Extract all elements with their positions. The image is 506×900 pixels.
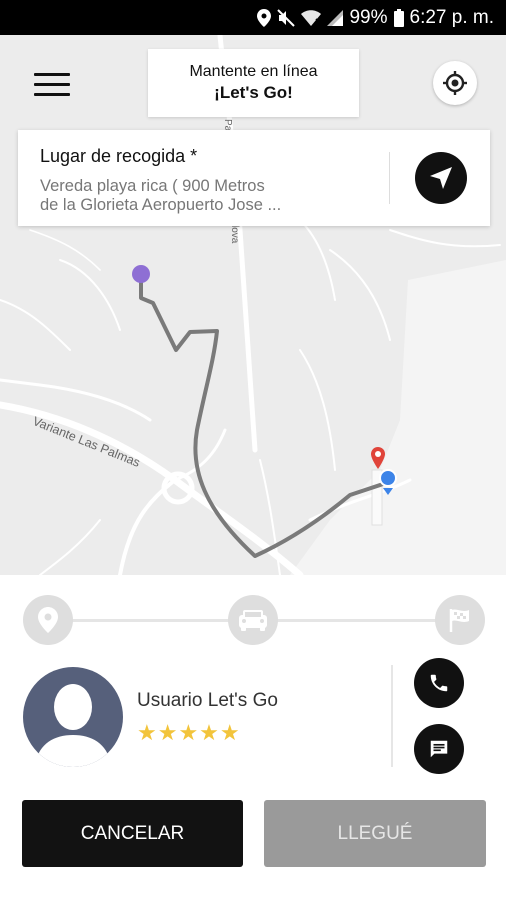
status-bar: 99% 6:27 p. m.: [0, 0, 506, 35]
rating-stars: ★★★★★: [137, 720, 241, 745]
message-button[interactable]: [414, 724, 464, 774]
phone-icon: [430, 674, 448, 692]
street-label-lova: lova: [229, 225, 240, 244]
pickup-divider: [389, 152, 390, 204]
signal-icon: [327, 9, 344, 26]
contact-divider: [391, 665, 393, 767]
crosshair-icon: [443, 71, 467, 95]
status-bar-right: 99% 6:27 p. m.: [257, 0, 494, 35]
step-pickup: [23, 595, 73, 645]
avatar: [23, 667, 123, 767]
step-finish: [435, 595, 485, 645]
arrived-button[interactable]: LLEGUÉ: [264, 800, 486, 867]
pickup-address: Vereda playa rica ( 900 Metros de la Glo…: [40, 177, 370, 215]
current-location-icon: [378, 468, 398, 501]
trip-progress: [0, 575, 506, 665]
step-car: [228, 595, 278, 645]
battery-icon: [393, 8, 404, 27]
navigation-arrow-icon: [430, 167, 452, 189]
pickup-address-line2: de la Glorieta Aeropuerto Jose ...: [40, 196, 282, 214]
pickup-title: Lugar de recogida *: [40, 146, 198, 166]
hamburger-icon-bar: [34, 93, 70, 96]
pickup-address-line1: Vereda playa rica ( 900 Metros: [40, 177, 265, 195]
cancel-button[interactable]: CANCELAR: [22, 800, 243, 867]
chat-icon: [430, 740, 448, 758]
pickup-location-card[interactable]: Lugar de recogida * Vereda playa rica ( …: [18, 130, 490, 226]
navigate-button[interactable]: [415, 152, 467, 204]
finish-flag-icon: [449, 609, 469, 632]
call-button[interactable]: [414, 658, 464, 708]
wifi-icon: [301, 9, 322, 26]
mute-icon: [277, 8, 296, 27]
passenger-name: Usuario Let's Go: [137, 690, 278, 711]
menu-button[interactable]: [30, 67, 74, 103]
pickup-pin-icon: [38, 607, 58, 633]
car-icon: [239, 610, 267, 631]
hamburger-icon-bar: [34, 73, 70, 76]
battery-percent: 99%: [349, 6, 388, 28]
clock: 6:27 p. m.: [409, 6, 495, 28]
my-location-button[interactable]: [433, 61, 477, 105]
user-silhouette-icon: [35, 684, 111, 767]
online-status-line1: Mantente en línea: [189, 63, 318, 80]
origin-pin-icon: [132, 265, 150, 283]
online-status-card: Mantente en línea ¡Let's Go!: [148, 49, 359, 117]
online-status-line2: ¡Let's Go!: [214, 83, 293, 102]
hamburger-icon-bar: [34, 83, 70, 86]
location-icon: [257, 8, 272, 27]
